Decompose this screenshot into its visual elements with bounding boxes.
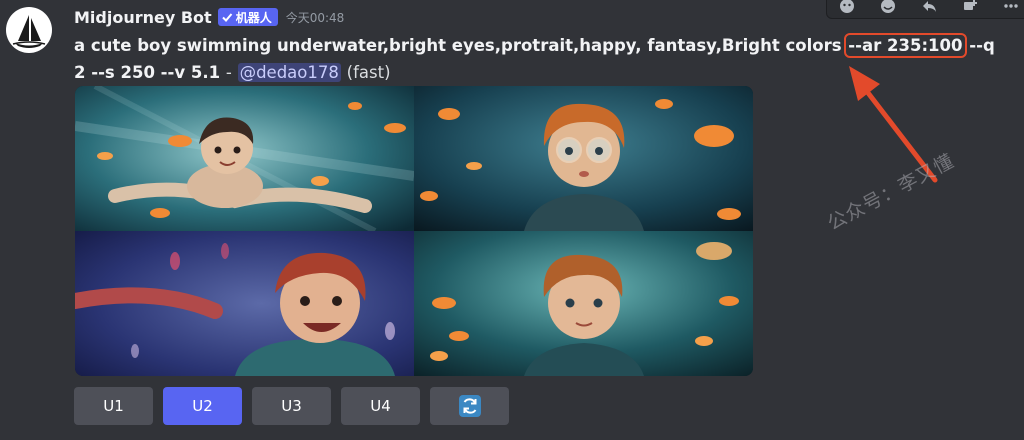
watermark-text: 公众号：李又懂 [823,149,958,235]
author-name[interactable]: Midjourney Bot [74,8,212,27]
image-cell-1[interactable] [75,86,414,231]
action-buttons: U1 U2 U3 U4 [74,387,509,425]
bot-tag: 机器人 [217,8,278,26]
upscale-2-button[interactable]: U2 [163,387,242,425]
verified-check-icon [221,13,232,22]
reply-icon[interactable] [915,0,943,15]
midjourney-avatar[interactable] [6,7,52,53]
speed-label: (fast) [346,63,391,82]
prompt-separator: - [225,63,232,82]
upscale-1-button[interactable]: U1 [74,387,153,425]
more-icon[interactable] [997,0,1024,15]
reroll-button[interactable] [430,387,509,425]
user-mention[interactable]: @dedao178 [237,63,341,82]
add-reaction-icon[interactable] [833,0,861,15]
image-grid[interactable] [75,86,753,376]
image-cell-3[interactable] [75,231,414,376]
bot-tag-label: 机器人 [235,10,272,25]
image-cell-2[interactable] [414,86,753,231]
message-header: Midjourney Bot 机器人 今天00:48 [74,5,344,29]
aspect-ratio-highlight: --ar 235:100 [844,33,967,58]
create-thread-icon[interactable] [956,0,984,15]
image-cell-4[interactable] [414,231,753,376]
emoji-icon[interactable] [874,0,902,15]
timestamp[interactable]: 今天00:48 [286,9,345,26]
message-toolbar [826,0,1024,19]
prompt-main: a cute boy swimming underwater,bright ey… [74,36,842,55]
prompt-text: a cute boy swimming underwater,bright ey… [74,32,1004,86]
upscale-4-button[interactable]: U4 [341,387,420,425]
refresh-icon [458,395,481,417]
upscale-3-button[interactable]: U3 [252,387,331,425]
